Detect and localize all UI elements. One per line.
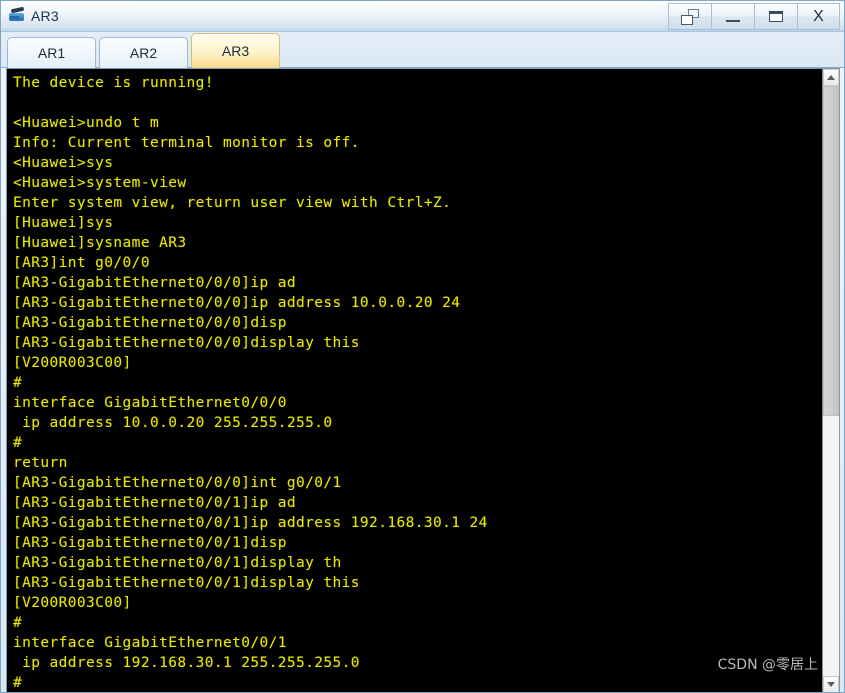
- window-controls: X: [668, 3, 840, 30]
- terminal-line: [Huawei]sys: [13, 215, 114, 231]
- terminal-line: [AR3-GigabitEthernet0/0/1]ip address 192…: [13, 515, 488, 531]
- chevron-up-icon: [827, 75, 835, 80]
- tab-ar1[interactable]: AR1: [7, 37, 96, 68]
- terminal-line: ip address 10.0.0.20 255.255.255.0: [13, 415, 333, 431]
- tab-label: AR3: [221, 43, 250, 59]
- terminal-line: #: [13, 675, 23, 691]
- scrollbar-track[interactable]: [823, 86, 839, 676]
- title-bar: AR3 X: [1, 1, 844, 32]
- terminal-line: [AR3-GigabitEthernet0/0/1]ip ad: [13, 495, 297, 511]
- terminal-line: #: [13, 435, 23, 451]
- scrollbar-thumb[interactable]: [823, 86, 839, 417]
- terminal-line: [AR3-GigabitEthernet0/0/0]ip ad: [13, 275, 297, 291]
- terminal-line: [AR3-GigabitEthernet0/0/0]display this: [13, 335, 360, 351]
- maximize-button[interactable]: [754, 3, 797, 30]
- terminal-line: return: [13, 455, 68, 471]
- terminal-line: interface GigabitEthernet0/0/1: [13, 635, 287, 651]
- maximize-icon: [769, 11, 783, 22]
- terminal-line: interface GigabitEthernet0/0/0: [13, 395, 287, 411]
- terminal-line: [V200R003C00]: [13, 595, 132, 611]
- terminal-line: The device is running!: [13, 75, 214, 91]
- terminal-line: [V200R003C00]: [13, 355, 132, 371]
- terminal-window: AR3 X AR1 AR2 AR3 The device is running!…: [0, 0, 845, 693]
- terminal-line: Enter system view, return user view with…: [13, 195, 452, 211]
- terminal-line: [AR3-GigabitEthernet0/0/1]display th: [13, 555, 342, 571]
- restore-icon: [681, 8, 699, 25]
- terminal-line: [AR3-GigabitEthernet0/0/0]ip address 10.…: [13, 295, 461, 311]
- terminal-line: [AR3-GigabitEthernet0/0/1]display this: [13, 575, 360, 591]
- terminal-line: #: [13, 615, 23, 631]
- window-title: AR3: [31, 8, 59, 24]
- tab-label: AR1: [37, 45, 66, 61]
- terminal-line: [Huawei]sysname AR3: [13, 235, 187, 251]
- terminal-scrollbar[interactable]: [822, 69, 839, 692]
- tab-ar3[interactable]: AR3: [191, 33, 280, 68]
- router-icon: [8, 6, 26, 25]
- minimize-button[interactable]: [711, 3, 754, 30]
- terminal-line: [AR3-GigabitEthernet0/0/1]disp: [13, 535, 287, 551]
- terminal-line: ip address 192.168.30.1 255.255.255.0: [13, 655, 360, 671]
- minimize-icon: [726, 19, 740, 22]
- terminal-line: <Huawei>sys: [13, 155, 114, 171]
- close-button[interactable]: X: [797, 3, 840, 30]
- terminal-line: [AR3-GigabitEthernet0/0/0]disp: [13, 315, 287, 331]
- terminal-line: [AR3-GigabitEthernet0/0/0]int g0/0/1: [13, 475, 342, 491]
- terminal-area: The device is running! <Huawei>undo t m In…: [6, 68, 840, 692]
- scroll-down-button[interactable]: [823, 676, 839, 692]
- terminal-line: <Huawei>system-view: [13, 175, 187, 191]
- tab-ar2[interactable]: AR2: [99, 37, 188, 68]
- close-icon: X: [813, 7, 824, 25]
- restore-button[interactable]: [668, 3, 711, 30]
- terminal-line: #: [13, 375, 23, 391]
- scroll-up-button[interactable]: [823, 69, 839, 86]
- chevron-down-icon: [827, 682, 835, 687]
- terminal-output[interactable]: The device is running! <Huawei>undo t m In…: [7, 69, 822, 692]
- terminal-line: [AR3]int g0/0/0: [13, 255, 150, 271]
- tab-strip: AR1 AR2 AR3: [1, 32, 844, 68]
- tab-label: AR2: [129, 45, 158, 61]
- terminal-line: Info: Current terminal monitor is off.: [13, 135, 360, 151]
- terminal-line: <Huawei>undo t m: [13, 115, 160, 131]
